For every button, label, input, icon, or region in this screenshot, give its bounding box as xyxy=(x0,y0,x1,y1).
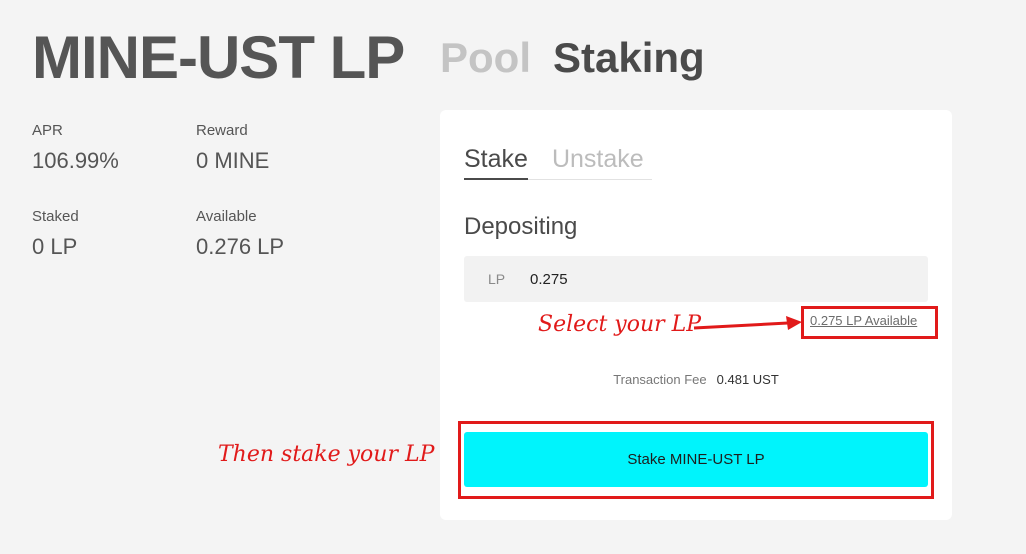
stat-staked-value: 0 LP xyxy=(32,234,78,259)
stake-button-highlight-box xyxy=(458,421,934,499)
available-highlight-box xyxy=(801,306,938,339)
tab-pool[interactable]: Pool xyxy=(440,32,531,84)
stat-staked: Staked 0 LP xyxy=(32,208,79,260)
fee-value: 0.481 UST xyxy=(716,372,779,387)
stat-staked-label: Staked xyxy=(32,208,79,225)
stake-subtabs: Stake Unstake xyxy=(464,144,652,180)
stat-apr-value: 106.99% xyxy=(32,148,119,173)
tab-unstake[interactable]: Unstake xyxy=(552,144,644,179)
lp-amount-field[interactable]: LP xyxy=(464,256,928,302)
section-title: Depositing xyxy=(464,213,578,240)
top-tabs: Pool Staking xyxy=(440,32,705,84)
stat-available-label: Available xyxy=(196,208,257,225)
fee-label: Transaction Fee xyxy=(613,372,707,387)
lp-amount-input[interactable] xyxy=(530,270,910,288)
tab-staking[interactable]: Staking xyxy=(553,32,705,84)
stake-lp-annotation: Then stake your LP xyxy=(218,442,435,467)
stat-apr-label: APR xyxy=(32,122,63,139)
staking-page: MINE-UST LP Pool Staking APR 106.99% Rew… xyxy=(0,0,1026,554)
stat-reward-label: Reward xyxy=(196,122,248,139)
stat-available-value: 0.276 LP xyxy=(196,234,285,259)
arrow-icon xyxy=(693,316,802,330)
tab-stake[interactable]: Stake xyxy=(464,144,528,180)
stat-reward: Reward 0 MINE xyxy=(196,122,269,174)
stat-available: Available 0.276 LP xyxy=(196,208,284,260)
select-lp-annotation: Select your LP xyxy=(538,312,702,337)
stat-apr: APR 106.99% xyxy=(32,122,119,174)
stat-reward-value: 0 MINE xyxy=(196,148,270,173)
input-unit-label: LP xyxy=(488,271,506,287)
transaction-fee-row: Transaction Fee 0.481 UST xyxy=(440,372,952,387)
page-title: MINE-UST LP xyxy=(32,24,405,91)
